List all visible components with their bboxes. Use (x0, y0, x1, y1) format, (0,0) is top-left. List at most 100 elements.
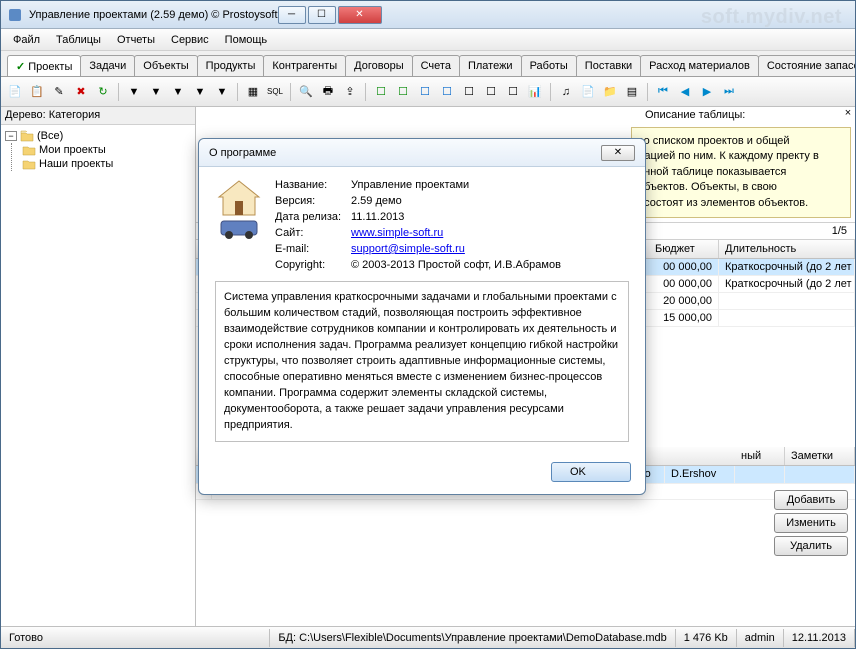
search-icon[interactable]: 🔍 (296, 82, 316, 102)
close-button[interactable]: ✕ (338, 6, 382, 24)
about-name-label: Название: (275, 179, 351, 191)
tree-node-label: Мои проекты (39, 144, 106, 156)
about-description: Система управления краткосрочными задача… (215, 281, 629, 442)
tab-accounts[interactable]: Счета (412, 55, 460, 76)
about-email-label: E-mail: (275, 243, 351, 255)
xml-icon[interactable]: ☐ (503, 82, 523, 102)
csv-icon[interactable]: ☐ (481, 82, 501, 102)
delete-icon[interactable]: ✖ (71, 82, 91, 102)
word-icon[interactable]: ☐ (415, 82, 435, 102)
edit-button[interactable]: Изменить (774, 513, 848, 533)
prev-icon[interactable]: ◀ (675, 82, 695, 102)
about-title: О программе (209, 147, 601, 159)
tree-header: Дерево: Категория (1, 107, 195, 125)
col-status-suffix[interactable]: ный (735, 447, 785, 465)
status-db: БД: C:\Users\Flexible\Documents\Управлен… (270, 629, 675, 647)
tree-panel: Дерево: Категория − (Все) Мои проекты На… (1, 107, 196, 626)
toolbar: 📄 📋 ✎ ✖ ↻ ▼ ▼ ▼ ▼ ▼ ▦ SQL 🔍 🖶 ⇪ ☐ ☐ ☐ ☐ … (1, 77, 855, 107)
edit-icon[interactable]: ✎ (49, 82, 69, 102)
tree-my-projects[interactable]: Мои проекты (22, 143, 191, 157)
about-dialog: О программе ✕ Название:Управление проект… (198, 138, 646, 495)
menu-reports[interactable]: Отчеты (109, 31, 163, 49)
about-site-link[interactable]: www.simple-soft.ru (351, 227, 443, 239)
tab-materials[interactable]: Расход материалов (640, 55, 759, 76)
col-budget[interactable]: Бюджет (649, 240, 719, 258)
tree-root[interactable]: − (Все) (5, 129, 191, 143)
about-site-label: Сайт: (275, 227, 351, 239)
statusbar: Готово БД: C:\Users\Flexible\Documents\У… (1, 626, 855, 648)
filter-icon[interactable]: ▼ (124, 82, 144, 102)
sql-icon[interactable]: SQL (265, 82, 285, 102)
about-date-label: Дата релиза: (275, 211, 351, 223)
about-email-link[interactable]: support@simple-soft.ru (351, 243, 465, 255)
filter-add-icon[interactable]: ▼ (146, 82, 166, 102)
tab-payments[interactable]: Платежи (459, 55, 522, 76)
col-notes[interactable]: Заметки (785, 447, 855, 465)
status-ready: Готово (1, 629, 270, 647)
tree-node-label: Наши проекты (39, 158, 113, 170)
action-buttons: Добавить Изменить Удалить (774, 490, 848, 556)
about-titlebar: О программе ✕ (199, 139, 645, 167)
minimize-button[interactable]: ─ (278, 6, 306, 24)
new-icon[interactable]: 📄 (5, 82, 25, 102)
word2-icon[interactable]: ☐ (437, 82, 457, 102)
folder-icon (22, 144, 36, 156)
tab-projects[interactable]: ✓Проекты (7, 55, 81, 77)
about-version-value: 2.59 демо (351, 195, 402, 207)
col-duration[interactable]: Длительность (719, 240, 855, 258)
filter-x-icon[interactable]: ▼ (190, 82, 210, 102)
tree-our-projects[interactable]: Наши проекты (22, 157, 191, 171)
folder-open-icon (20, 130, 34, 142)
about-copyright-value: © 2003-2013 Простой софт, И.В.Абрамов (351, 259, 561, 271)
tab-contractors[interactable]: Контрагенты (263, 55, 346, 76)
copy-icon[interactable]: 📋 (27, 82, 47, 102)
print-icon[interactable]: 🖶 (318, 82, 338, 102)
about-ok-button[interactable]: OK (551, 462, 631, 482)
music-icon[interactable]: ♫ (556, 82, 576, 102)
next-icon[interactable]: ▶ (697, 82, 717, 102)
excel-icon[interactable]: ☐ (371, 82, 391, 102)
status-user: admin (737, 629, 784, 647)
tab-products[interactable]: Продукты (197, 55, 265, 76)
tab-tasks[interactable]: Задачи (80, 55, 135, 76)
about-copyright-label: Copyright: (275, 259, 351, 271)
tab-stock[interactable]: Состояние запасо (758, 55, 855, 76)
about-app-icon (215, 179, 263, 239)
folder-icon[interactable]: 📁 (600, 82, 620, 102)
excel2-icon[interactable]: ☐ (393, 82, 413, 102)
app-icon (7, 7, 23, 23)
refresh-icon[interactable]: ↻ (93, 82, 113, 102)
tab-works[interactable]: Работы (521, 55, 577, 76)
tree: − (Все) Мои проекты Наши проекты (1, 125, 195, 626)
status-size: 1 476 Kb (676, 629, 737, 647)
add-button[interactable]: Добавить (774, 490, 848, 510)
status-date: 12.11.2013 (784, 629, 855, 647)
maximize-button[interactable]: ☐ (308, 6, 336, 24)
about-date-value: 11.11.2013 (351, 211, 404, 223)
filter-del-icon[interactable]: ▼ (168, 82, 188, 102)
tree-icon[interactable]: ▤ (622, 82, 642, 102)
tab-contracts[interactable]: Договоры (345, 55, 412, 76)
about-version-label: Версия: (275, 195, 351, 207)
chart-icon[interactable]: 📊 (525, 82, 545, 102)
tabbar: ✓Проекты Задачи Объекты Продукты Контраг… (1, 51, 855, 77)
filter-clear-icon[interactable]: ▼ (212, 82, 232, 102)
tab-deliveries[interactable]: Поставки (576, 55, 641, 76)
panel-close-icon[interactable]: × (841, 107, 855, 123)
first-icon[interactable]: ⏮ (653, 82, 673, 102)
menu-service[interactable]: Сервис (163, 31, 217, 49)
group-icon[interactable]: ▦ (243, 82, 263, 102)
collapse-icon[interactable]: − (5, 131, 17, 141)
menu-tables[interactable]: Таблицы (48, 31, 109, 49)
tab-objects[interactable]: Объекты (134, 55, 197, 76)
menu-file[interactable]: Файл (5, 31, 48, 49)
html-icon[interactable]: ☐ (459, 82, 479, 102)
last-icon[interactable]: ⏭ (719, 82, 739, 102)
export-icon[interactable]: ⇪ (340, 82, 360, 102)
doc-icon[interactable]: 📄 (578, 82, 598, 102)
about-close-button[interactable]: ✕ (601, 145, 635, 161)
info-box: со списком проектов и общей дацией по ни… (631, 127, 851, 218)
titlebar: Управление проектами (2.59 демо) © Prost… (1, 1, 855, 29)
delete-button[interactable]: Удалить (774, 536, 848, 556)
menu-help[interactable]: Помощь (217, 31, 276, 49)
